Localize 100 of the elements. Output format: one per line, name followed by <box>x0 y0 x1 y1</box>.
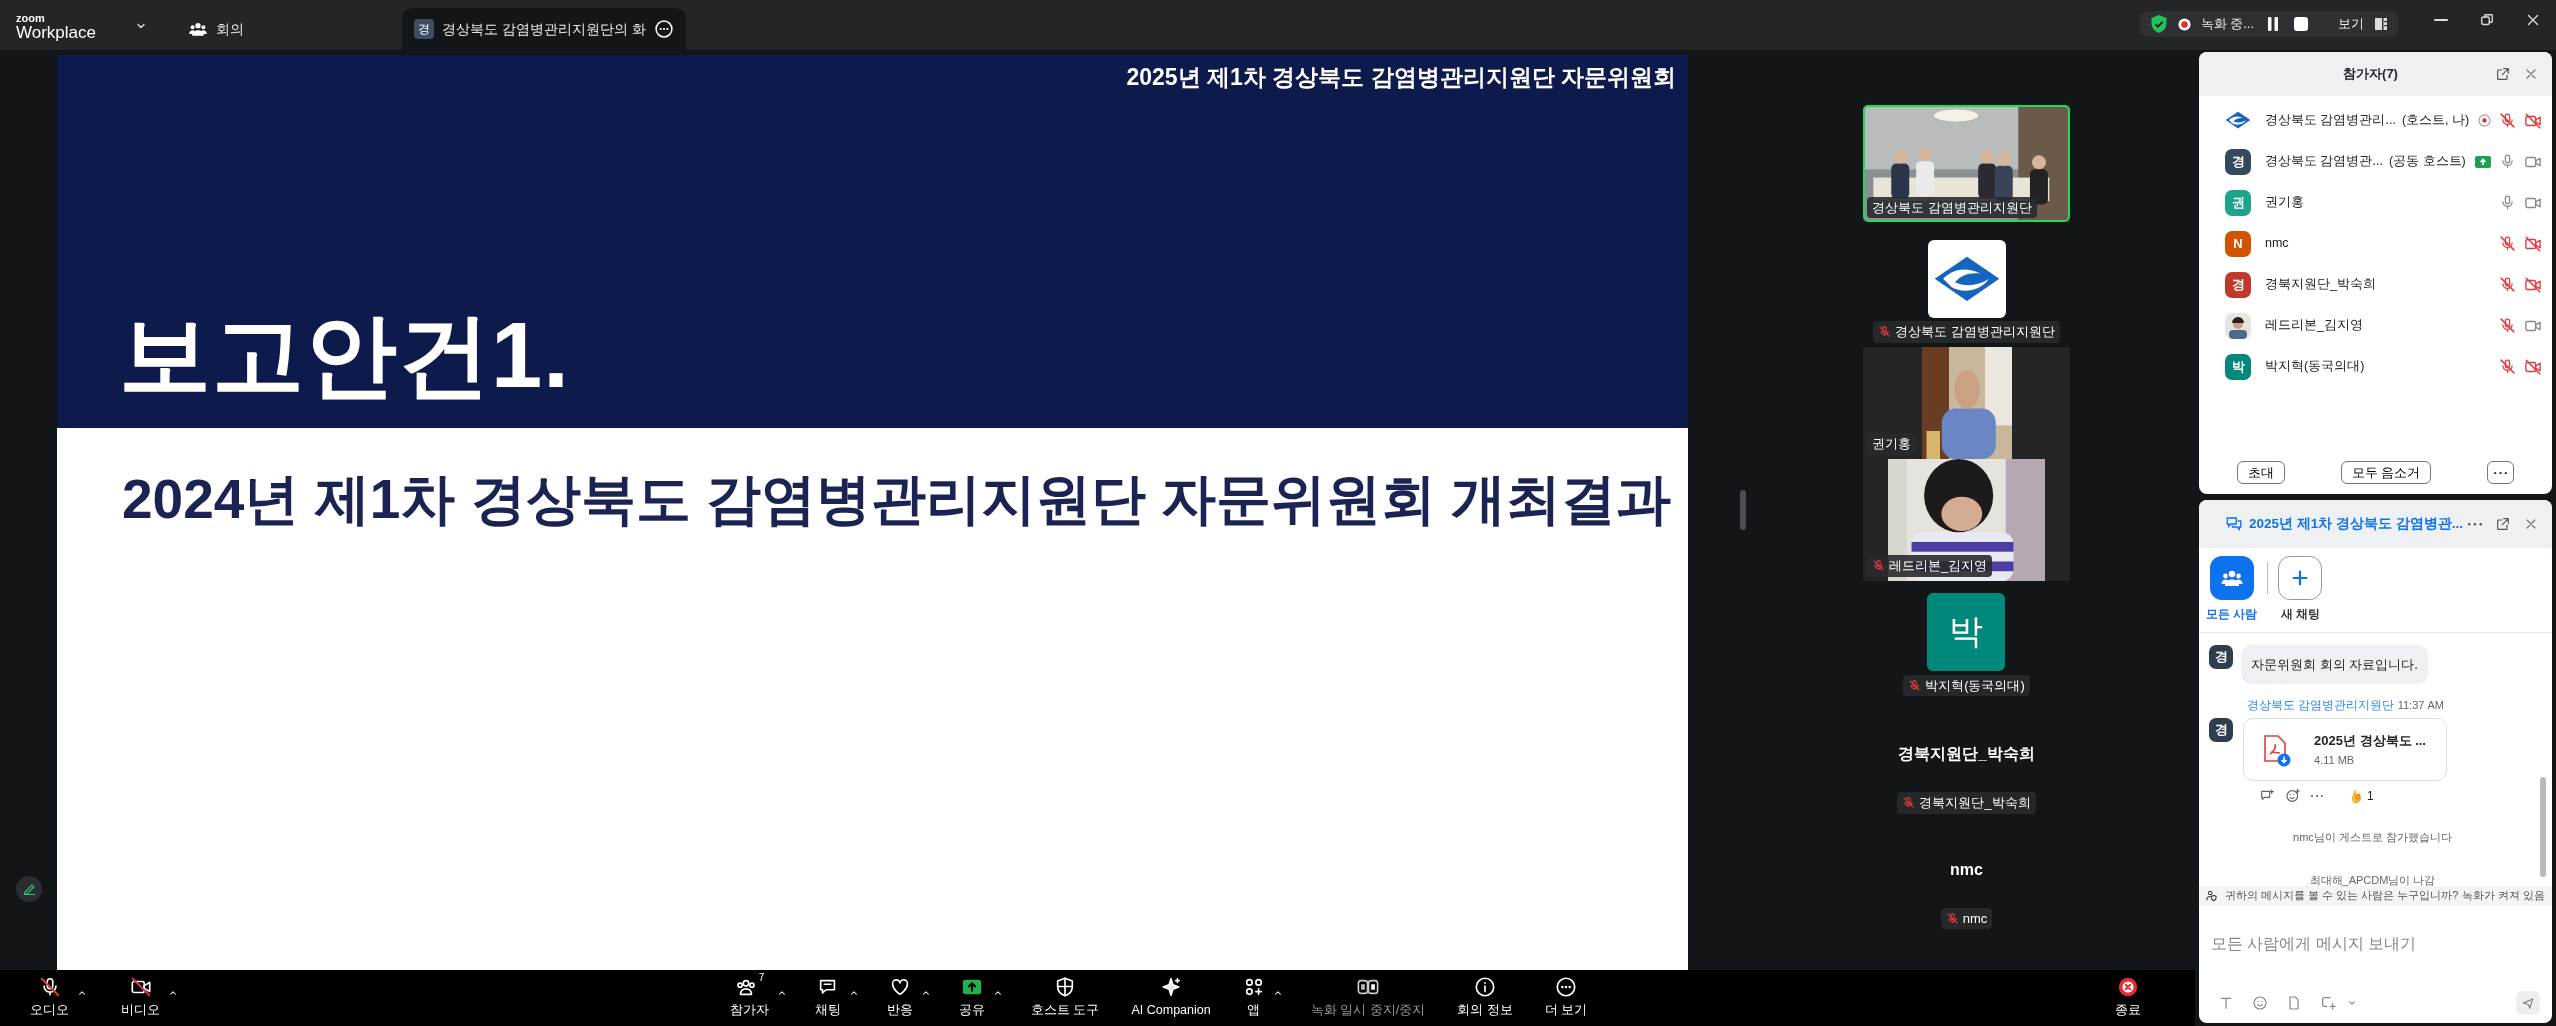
file-icon <box>2286 995 2302 1011</box>
message-input[interactable]: 모든 사람에게 메시지 보내기 <box>2199 905 2552 991</box>
emoji-icon <box>2285 788 2301 805</box>
stop-icon <box>2294 17 2308 31</box>
end-icon <box>2117 976 2139 999</box>
recording-status: 녹화 중... <box>2200 15 2254 34</box>
participant-name: 박지혁(동국의대) <box>2265 358 2365 376</box>
screenshot-button[interactable] <box>2319 994 2337 1012</box>
avatar: 경 <box>2209 718 2233 743</box>
popout-icon <box>2495 516 2511 533</box>
more-icon <box>1554 976 1577 999</box>
participant-row[interactable]: 레드리본_김지영 <box>2199 305 2552 346</box>
text-format-icon <box>2218 995 2234 1011</box>
record-icon <box>2177 17 2191 31</box>
avatar-tile: 박 <box>1927 592 2006 671</box>
toolbar-button[interactable]: 더 보기 <box>1538 976 1594 1020</box>
emoji-icon <box>2252 995 2268 1011</box>
tab[interactable]: 회의 <box>176 8 256 50</box>
more-icon <box>2311 795 2323 798</box>
file-size: 4.11 MB <box>2314 753 2356 769</box>
toolbar-button[interactable]: AI Companion <box>1125 976 1217 1020</box>
minimize-icon <box>2434 19 2448 21</box>
tab[interactable]: 경 경상북도 감염병관리지원단의 화 <box>402 8 686 50</box>
slide-title: 보고안건1. <box>119 303 571 408</box>
layout-icon <box>2374 17 2388 31</box>
participant-row[interactable]: N nmc <box>2199 223 2552 264</box>
participant-row[interactable]: 박 박지혁(동국의대) <box>2199 346 2552 387</box>
sender-name: 경상북도 감염병관리지원단 <box>2247 698 2395 713</box>
avatar: 권 <box>2225 189 2251 216</box>
name-label: 권기홍 <box>1867 433 1916 455</box>
participant-name: 경상북도 감염병관... <box>2265 153 2383 171</box>
more-icon <box>2468 523 2482 526</box>
more-icon <box>653 19 674 39</box>
brand-name: Workplace <box>16 24 96 41</box>
file-name: 2025년 경상북도 ... <box>2314 731 2426 750</box>
name-label: 경북지원단_박숙희 <box>1897 792 2036 814</box>
participant-name: 경북지원단_박숙희 <box>2265 276 2376 294</box>
message-time: 11:37 AM <box>2397 699 2444 712</box>
slide-subtitle: 2024년 제1차 경상북도 감염병관리지원단 자문위원회 개최결과 <box>121 467 1673 532</box>
toolbar-button[interactable]: 채팅 <box>809 976 847 1020</box>
role-label: (호스트, 나) <box>2401 112 2470 130</box>
participant-row[interactable]: 경상북도 감염병관리... (호스트, 나) <box>2199 100 2552 141</box>
participant-name: 경북지원단_박숙희 <box>1898 744 2035 764</box>
view-button[interactable]: 보기 <box>2338 15 2364 33</box>
emoji-button[interactable] <box>2251 994 2269 1012</box>
file-card[interactable]: 2025년 경상북도 ... 4.11 MB <box>2243 718 2447 782</box>
popout-icon <box>2495 66 2511 82</box>
avatar: 경 <box>2225 271 2251 298</box>
participant-row[interactable]: 권 권기홍 <box>2199 182 2552 223</box>
shield-check-icon <box>2149 14 2168 34</box>
panel-button[interactable]: 초대 <box>2236 461 2285 485</box>
annotate-button[interactable] <box>16 876 42 902</box>
toolbar-button[interactable]: 앱 <box>1236 976 1271 1020</box>
screenshot-icon <box>2320 995 2336 1011</box>
name-label: 경상북도 감염병관리지원단 <box>1867 196 2037 218</box>
stop-button[interactable] <box>2292 15 2310 33</box>
reaction-chip[interactable]: 1 <box>2351 787 2374 806</box>
splitter-handle[interactable] <box>1740 490 1746 530</box>
ok-hand-icon <box>2351 788 2363 805</box>
name-label: 경상북도 감염병관리지원단 <box>1873 321 2060 343</box>
sparkle-icon <box>1160 976 1183 999</box>
panel-title: 참가자(7) <box>2342 65 2399 84</box>
more-button[interactable] <box>2487 461 2515 485</box>
name-label: nmc <box>1940 907 1993 929</box>
avatar: N <box>2225 230 2251 257</box>
toolbar-button[interactable]: 호스트 도구 <box>1025 976 1106 1020</box>
toolbar-button[interactable]: 비디오 <box>115 976 166 1020</box>
microphone-icon <box>38 976 61 999</box>
name-label: 박지혁(동국의대) <box>1903 674 2030 696</box>
send-icon <box>2521 996 2535 1010</box>
pause-icon <box>2267 17 2279 31</box>
visibility-notice: 귀하의 메시지를 볼 수 있는 사람은 누구입니까? 녹화가 켜져 있음 <box>2225 888 2545 903</box>
name-label: 레드리본_김지영 <box>1867 555 1993 577</box>
chat-title: 2025년 제1차 경상북도 감염병관... <box>2249 515 2464 534</box>
participant-row[interactable]: 경 경북지원단_박숙희 <box>2199 264 2552 305</box>
slide-header: 2025년 제1차 경상북도 감염병관리지원단 자문위원회 <box>1126 63 1677 92</box>
chat-message: 자문위원회 회의 자료입니다. <box>2241 644 2428 685</box>
toolbar-button[interactable]: 회의 정보 <box>1451 976 1519 1020</box>
logo-icon <box>1932 255 2001 303</box>
toolbar-button[interactable]: 반응 <box>881 976 919 1020</box>
toolbar-button[interactable]: 공유 <box>953 976 991 1020</box>
system-message: 최대해_APCDM님이 나감 <box>2308 872 2437 888</box>
brand-caption: zoom <box>16 13 46 24</box>
avatar: 경 <box>2209 644 2233 669</box>
meeting-avatar: 경 <box>414 19 434 39</box>
panel-button[interactable]: 모두 음소거 <box>2340 461 2432 485</box>
camera-icon <box>129 976 152 999</box>
end-button[interactable]: 종료 <box>2109 976 2147 1020</box>
participant-name: 경상북도 감염병관리... <box>2265 112 2396 130</box>
participant-row[interactable]: 경 경상북도 감염병관... (공동 호스트) <box>2199 141 2552 182</box>
avatar: 경 <box>2225 148 2251 175</box>
scrollbar[interactable] <box>2540 776 2546 877</box>
avatar: 박 <box>2225 353 2251 380</box>
send-button[interactable] <box>2516 991 2540 1015</box>
info-icon <box>1473 976 1496 999</box>
toolbar-button[interactable]: 오디오 <box>24 976 75 1020</box>
more-icon <box>2494 472 2508 475</box>
participant-name: 권기홍 <box>2265 194 2304 212</box>
system-message: nmc님이 게스트로 참가했습니다 <box>2292 830 2453 846</box>
role-label: (공동 호스트) <box>2388 153 2466 171</box>
